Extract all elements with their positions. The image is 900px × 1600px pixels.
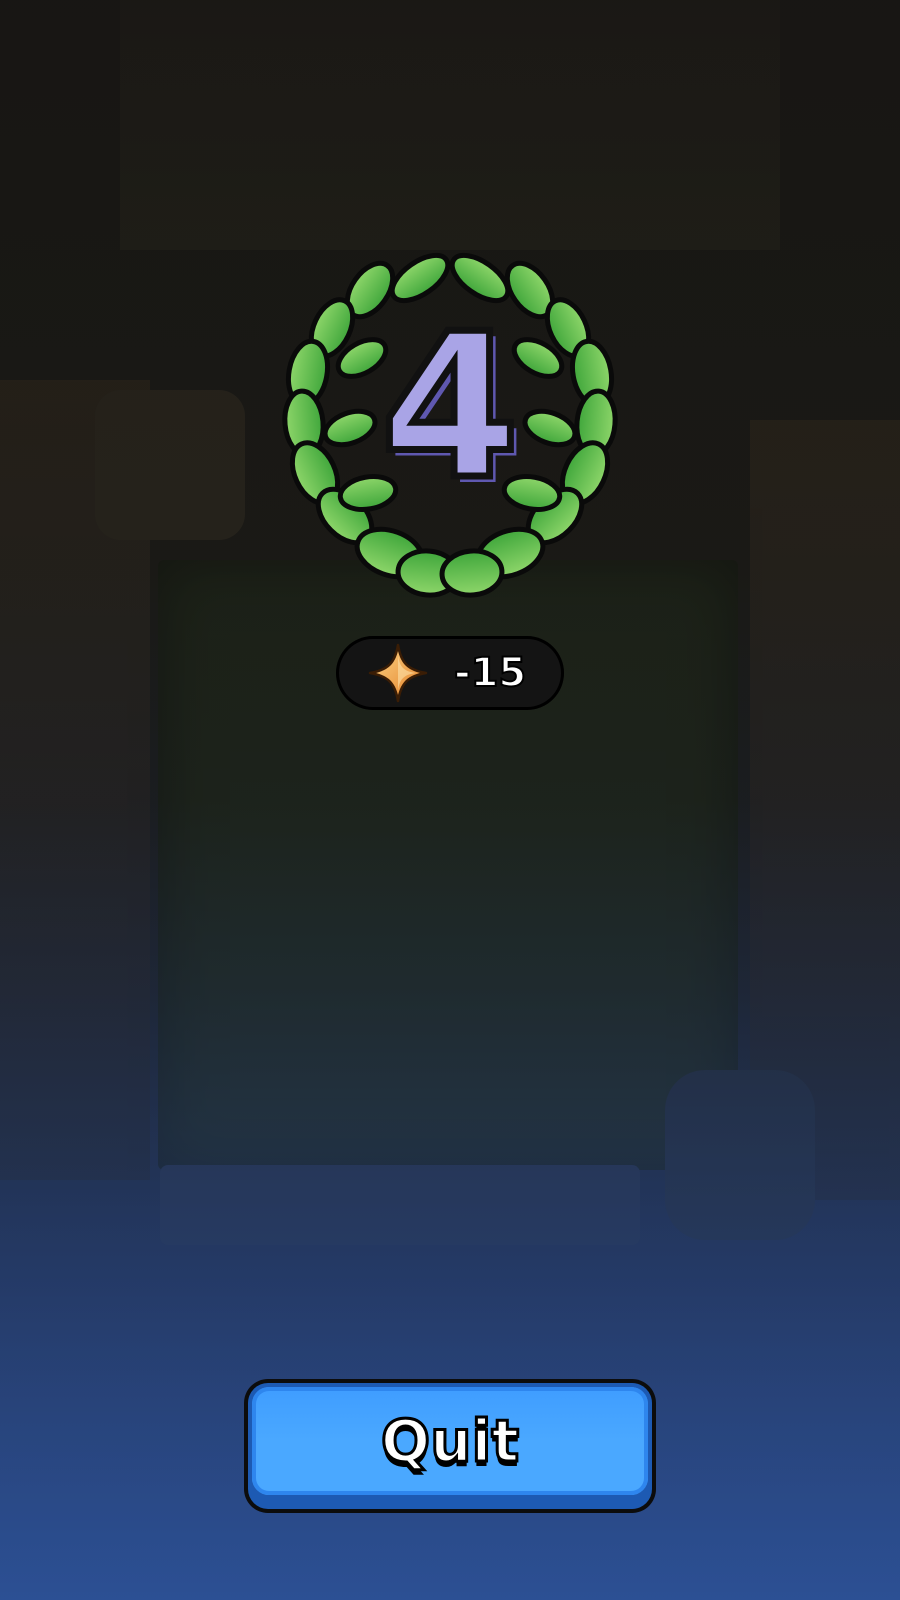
quit-button-label: Quit	[379, 1406, 520, 1477]
rank-emblem: 4	[270, 248, 630, 613]
battle-result-screen: 4 -15 Quit	[0, 0, 900, 1600]
quit-button[interactable]: Quit	[248, 1383, 652, 1509]
trophy-change-pill: -15	[336, 636, 564, 710]
quit-button-face[interactable]: Quit	[252, 1387, 648, 1495]
rank-number: 4	[377, 291, 523, 524]
dim-overlay	[0, 0, 900, 1600]
trophy-change-value: -15	[453, 649, 527, 697]
star-trophy-icon	[368, 643, 428, 703]
